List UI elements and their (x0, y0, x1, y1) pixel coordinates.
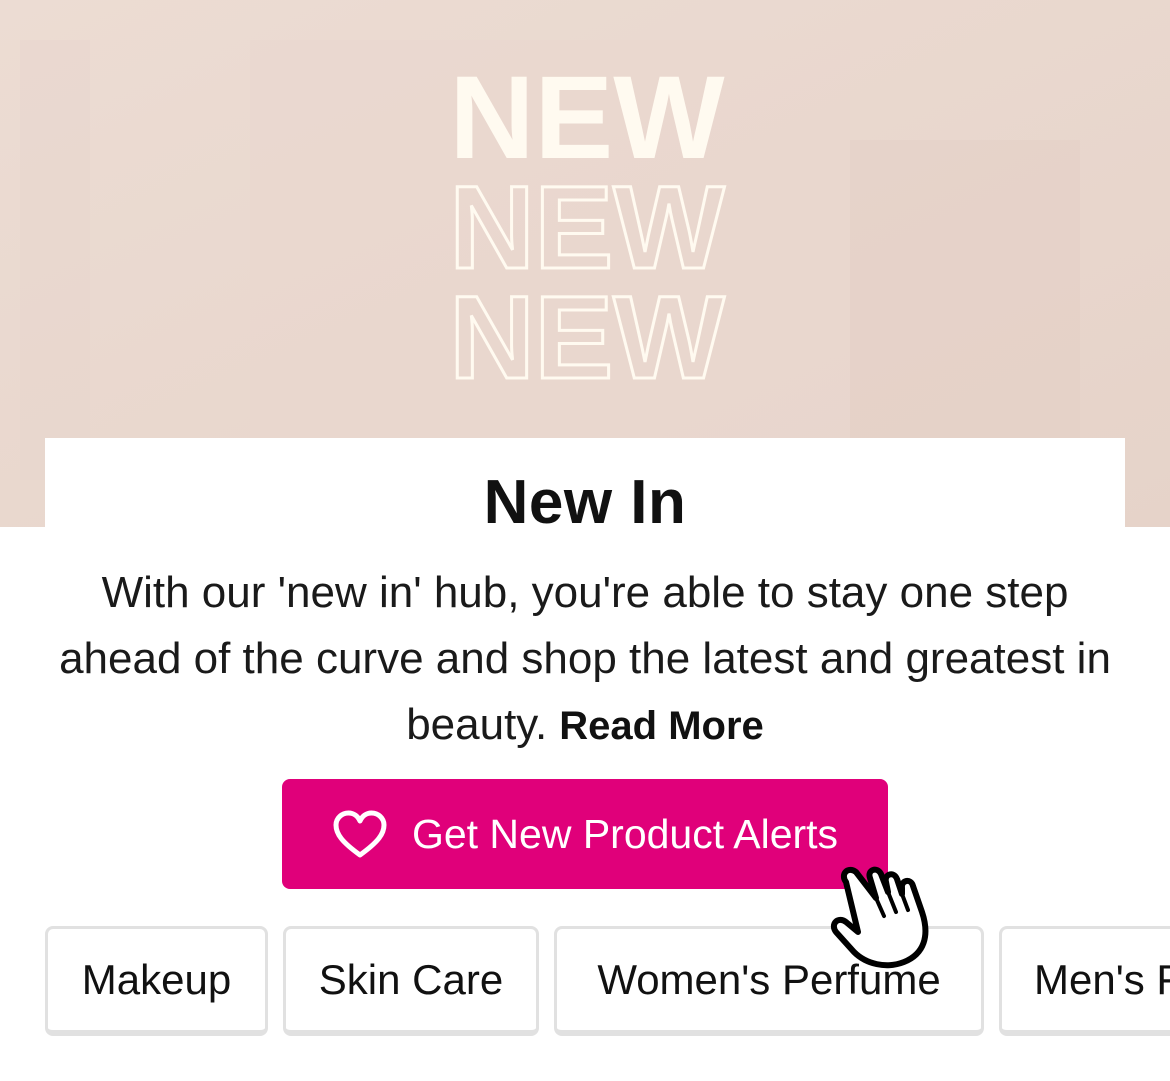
heart-icon (333, 810, 387, 858)
page-title: New In (483, 468, 687, 537)
category-chip-skin-care[interactable]: Skin Care (283, 926, 539, 1036)
get-alerts-button[interactable]: Get New Product Alerts (282, 779, 888, 889)
intro-text-block: With our 'new in' hub, you're able to st… (40, 560, 1130, 759)
new-in-page: NEW NEW NEW New In With our 'new in' hub… (0, 0, 1170, 1081)
get-alerts-label: Get New Product Alerts (411, 810, 839, 857)
category-chip-makeup[interactable]: Makeup (45, 926, 268, 1036)
read-more-link[interactable]: Read More (559, 704, 764, 748)
category-chip-label: Skin Care (318, 955, 504, 1003)
hero-word-3: NEW (449, 272, 725, 404)
category-chip-label: Men's Fragrance (1034, 955, 1170, 1003)
category-chips: Makeup Skin Care Women's Perfume Men's F… (45, 926, 1170, 1042)
category-chip-mens-fragrance[interactable]: Men's Fragrance (999, 926, 1170, 1036)
category-chip-label: Makeup (81, 955, 232, 1003)
pointer-hand-icon (830, 866, 929, 969)
